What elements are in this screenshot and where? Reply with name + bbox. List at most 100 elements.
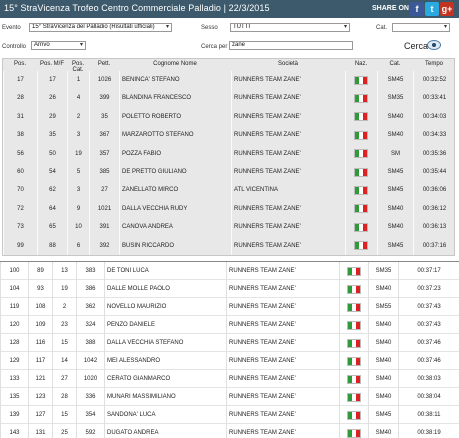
category-cell: SM45 xyxy=(368,406,398,424)
bib-cell: 324 xyxy=(76,316,104,334)
pos-cell: 120 xyxy=(0,316,28,334)
time-cell: 00:38:19 xyxy=(398,424,459,438)
table-row[interactable]: 60 54 5 385 DE PRETTO GIULIANO RUNNERS TEAM Z… xyxy=(3,163,455,182)
controllo-select[interactable]: Arrivo ▾ xyxy=(31,41,86,50)
bib-cell: 336 xyxy=(76,388,104,406)
category-cell: SM40 xyxy=(368,334,398,352)
pos-cell: 60 xyxy=(3,163,37,182)
pos-cell: 73 xyxy=(3,218,37,237)
table-row[interactable]: 129 117 14 1042 MEI ALESSANDRO RUNNERS TEAM Z… xyxy=(0,352,459,370)
table-row[interactable]: 38 35 3 367 MARZAROTTO STEFANO RUNNERS TEAM Z… xyxy=(3,126,455,145)
category-cell: SM40 xyxy=(377,218,413,237)
table-row[interactable]: 104 93 19 386 DALLE MOLLE PAOLO RUNNERS TEAM … xyxy=(0,280,459,298)
team-cell: RUNNERS TEAM ZANE' xyxy=(231,218,345,237)
table-row[interactable]: 120 109 23 324 PENZO DANIELE RUNNERS TEAM ZAN… xyxy=(0,316,459,334)
time-cell: 00:37:46 xyxy=(398,334,459,352)
table-row[interactable]: 100 89 13 383 DE TONI LUCA RUNNERS TEAM ZANE'… xyxy=(0,262,459,280)
name-cell: CERATO GIANMARCO xyxy=(104,370,226,388)
search-input[interactable]: zane xyxy=(229,41,353,50)
pos-cat-cell: 2 xyxy=(67,107,89,127)
pos-cat-cell: 25 xyxy=(52,424,76,438)
pos-cat-cell: 3 xyxy=(67,126,89,145)
team-cell: RUNNERS TEAM ZANE' xyxy=(226,370,339,388)
category-cell: SM40 xyxy=(377,126,413,145)
table-row[interactable]: 119 108 2 362 NOVELLO MAURIZIO RUNNERS TEAM Z… xyxy=(0,298,459,316)
table-row[interactable]: 70 62 3 27 ZANELLATO MIRCO ATL VICENTINA SM45 0… xyxy=(3,181,454,200)
italy-flag-icon xyxy=(346,284,361,294)
bib-cell: 1020 xyxy=(76,370,104,388)
eye-icon[interactable] xyxy=(427,40,441,50)
name-cell: CANOVA ANDREA xyxy=(119,218,231,237)
team-cell: RUNNERS TEAM ZANE' xyxy=(226,388,339,406)
column-header: Pos. M/F xyxy=(39,61,64,67)
table-row[interactable]: 28 26 4 399 BLANDINA FRANCESCO RUNNERS TEAM Z… xyxy=(3,89,455,108)
pos-mf-cell: 127 xyxy=(28,406,52,424)
table-row[interactable]: 128 116 15 388 DALLA VECCHIA STEFANO RUNNERS … xyxy=(0,334,459,352)
page-title: 15° StraVicenza Trofeo Centro Commercial… xyxy=(4,3,270,13)
pos-mf-cell: 121 xyxy=(28,370,52,388)
table-row[interactable]: 99 88 6 392 BUSIN RICCARDO RUNNERS TEAM ZANE'… xyxy=(3,236,454,255)
chevron-down-icon: ▾ xyxy=(165,24,169,30)
category-cell: SM45 xyxy=(377,71,413,90)
pos-cat-cell: 2 xyxy=(52,298,76,316)
page-header: 15° StraVicenza Trofeo Centro Commercial… xyxy=(0,0,459,18)
category-cell: SM40 xyxy=(368,370,398,388)
pos-cat-cell: 15 xyxy=(52,406,76,424)
category-cell: SM40 xyxy=(368,424,398,438)
pos-mf-cell: 123 xyxy=(28,388,52,406)
pos-mf-cell: 88 xyxy=(37,236,67,255)
italy-flag-icon xyxy=(346,266,361,276)
cat-select[interactable]: ▾ xyxy=(392,23,450,32)
team-cell: RUNNERS TEAM ZANE' xyxy=(226,262,339,280)
team-cell: RUNNERS TEAM ZANE' xyxy=(226,334,339,352)
controllo-label: Controllo xyxy=(2,44,27,50)
bib-cell: 391 xyxy=(89,218,119,237)
pos-cell: 72 xyxy=(3,199,37,219)
table-row[interactable]: 56 50 19 357 POZZA FABIO RUNNERS TEAM ZANE' SM… xyxy=(3,144,454,163)
search-button[interactable]: Cerca xyxy=(404,41,428,51)
pos-cat-cell: 9 xyxy=(67,199,89,219)
bib-cell: 357 xyxy=(89,144,119,163)
bib-cell: 1021 xyxy=(89,199,119,219)
team-cell: RUNNERS TEAM ZANE' xyxy=(231,71,345,90)
pos-mf-cell: 54 xyxy=(37,163,67,182)
table-row[interactable]: 17 17 1 1026 BENINCA' STEFANO RUNNERS TEAM ZA… xyxy=(3,71,455,90)
evento-value: 15° StraVicenza del Palladio (Risultati … xyxy=(32,24,155,30)
italy-flag-icon xyxy=(354,167,368,177)
sesso-select[interactable]: TUTTI ▾ xyxy=(230,23,350,32)
table-row[interactable]: 143 131 25 592 DUGATO ANDREA RUNNERS TEAM ZAN… xyxy=(0,424,459,438)
table-row[interactable]: 73 65 10 391 CANOVA ANDREA RUNNERS TEAM ZANE'… xyxy=(3,218,454,237)
time-cell: 00:34:33 xyxy=(413,126,455,145)
category-cell: SM55 xyxy=(368,298,398,316)
pos-cell: 100 xyxy=(0,262,28,280)
column-header: Pos. xyxy=(13,61,26,67)
controllo-value: Arrivo xyxy=(34,42,50,48)
table-row[interactable]: 31 29 2 35 POLETTO ROBERTO RUNNERS TEAM ZANE'… xyxy=(3,107,454,127)
category-cell: SM40 xyxy=(368,316,398,334)
time-cell: 00:32:52 xyxy=(413,71,455,90)
table-row[interactable]: 133 121 27 1020 CERATO GIANMARCO RUNNERS TEAM… xyxy=(0,370,459,388)
name-cell: MUNARI MASSIMILIANO xyxy=(104,388,226,406)
twitter-icon[interactable]: t xyxy=(425,2,439,16)
time-cell: 00:33:41 xyxy=(413,89,455,108)
pos-cat-cell: 3 xyxy=(67,181,89,200)
category-cell: SM40 xyxy=(368,352,398,370)
pos-cell: 139 xyxy=(0,406,28,424)
google-plus-icon[interactable]: g+ xyxy=(440,2,454,16)
italy-flag-icon xyxy=(354,149,368,159)
time-cell: 00:38:11 xyxy=(398,406,459,424)
evento-label: Evento xyxy=(2,25,21,31)
bib-cell: 392 xyxy=(89,236,119,255)
facebook-icon[interactable]: f xyxy=(410,2,424,16)
pos-cat-cell: 23 xyxy=(52,316,76,334)
table-row[interactable]: 135 123 28 336 MUNARI MASSIMILIANO RUNNERS TE… xyxy=(0,388,459,406)
category-cell: SM35 xyxy=(377,89,413,108)
table-row[interactable]: 72 64 9 1021 DALLA VECCHIA RUDY RUNNERS TEAM … xyxy=(3,199,454,219)
pos-cat-cell: 10 xyxy=(67,218,89,237)
evento-select[interactable]: 15° StraVicenza del Palladio (Risultati … xyxy=(29,23,172,32)
table-row[interactable]: 139 127 15 354 SANDONA' LUCA RUNNERS TEAM ZAN… xyxy=(0,406,459,424)
pos-mf-cell: 50 xyxy=(37,144,67,163)
category-cell: SM45 xyxy=(377,181,413,200)
time-cell: 00:35:44 xyxy=(413,163,455,182)
pos-cell: 28 xyxy=(3,89,37,108)
